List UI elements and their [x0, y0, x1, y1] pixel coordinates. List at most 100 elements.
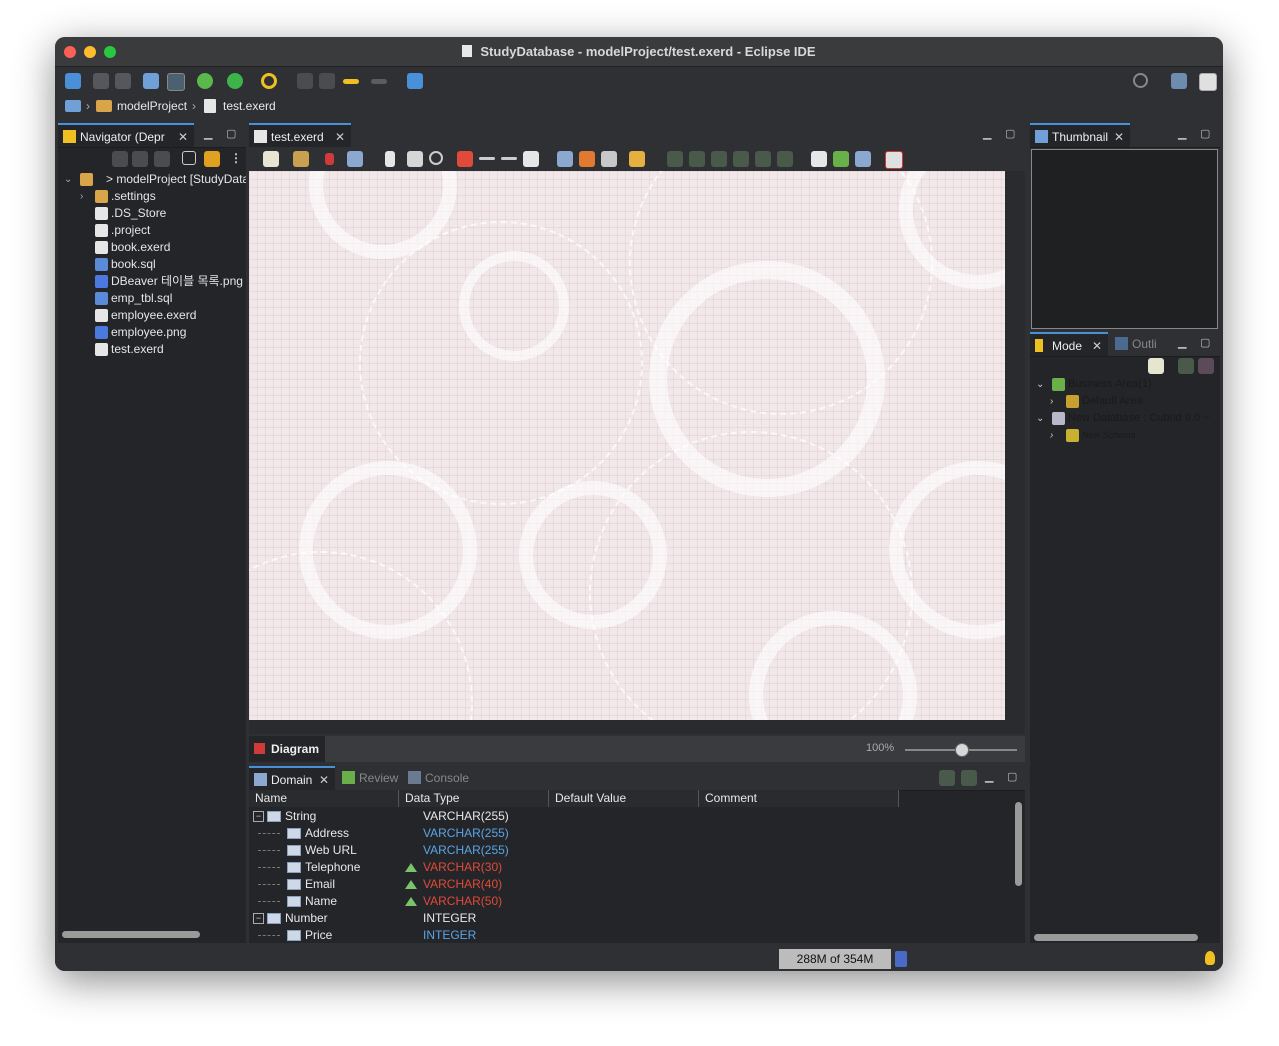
next-edit-icon[interactable] — [319, 73, 335, 89]
select-pointer-icon[interactable] — [385, 151, 395, 167]
chevron-right-icon[interactable]: › — [1050, 427, 1053, 444]
prev-edit-icon[interactable] — [297, 73, 313, 89]
forward-arrow-icon[interactable] — [371, 79, 387, 84]
chevron-down-icon[interactable]: ⌄ — [64, 171, 72, 188]
export-icon[interactable] — [579, 151, 595, 167]
terminal-icon[interactable] — [143, 73, 159, 89]
copy-icon[interactable] — [347, 151, 363, 167]
close-icon[interactable]: ✕ — [319, 768, 329, 792]
link-editor-icon[interactable] — [204, 151, 220, 167]
tab-review[interactable]: Review — [337, 766, 401, 790]
projects-icon[interactable] — [65, 100, 81, 112]
table-row[interactable]: Price INTEGER — [249, 927, 1009, 943]
up-icon[interactable] — [154, 151, 170, 167]
close-icon[interactable]: ✕ — [1114, 125, 1124, 149]
navigator-item[interactable]: .DS_Store — [58, 205, 166, 222]
debug-icon[interactable] — [197, 73, 213, 89]
collapse-toggle-icon[interactable]: − — [253, 811, 264, 822]
search-icon[interactable] — [261, 73, 277, 89]
table-icon[interactable] — [457, 151, 473, 167]
memory-indicator[interactable]: 288M of 354M — [779, 949, 891, 969]
column-header-name[interactable]: Name — [249, 790, 399, 807]
navigator-item[interactable]: employee.exerd — [58, 307, 196, 324]
exerd-perspective-icon[interactable] — [1199, 73, 1217, 91]
back-icon[interactable] — [112, 151, 128, 167]
collapse-toggle-icon[interactable]: − — [253, 913, 264, 924]
expand-icon[interactable] — [1178, 358, 1194, 374]
view-menu-icon[interactable]: ⋮ — [230, 151, 242, 165]
thumbnail-view[interactable] — [1031, 149, 1218, 329]
collapse-icon[interactable] — [1198, 358, 1214, 374]
maximize-icon[interactable]: ▢ — [1007, 770, 1017, 783]
layer-icon[interactable] — [263, 151, 279, 167]
save-icon[interactable] — [93, 73, 109, 89]
toggle-icon[interactable] — [167, 73, 185, 91]
global-search-icon[interactable] — [1133, 73, 1148, 88]
align-right-icon[interactable] — [711, 151, 727, 167]
align-top-icon[interactable] — [733, 151, 749, 167]
align-center-icon[interactable] — [689, 151, 705, 167]
image-insert-icon[interactable] — [293, 151, 309, 167]
canvas-vscroll-track[interactable] — [1005, 171, 1025, 720]
table-row[interactable]: Address VARCHAR(255) — [249, 825, 1009, 842]
layer-icon[interactable] — [1148, 358, 1164, 374]
chevron-down-icon[interactable]: ⌄ — [1036, 376, 1044, 393]
model-scrollbar[interactable] — [1034, 934, 1198, 941]
tree-root-project[interactable]: ⌄ > modelProject [StudyDatab — [58, 171, 246, 188]
navigator-item[interactable]: test.exerd — [58, 341, 164, 358]
navigator-item[interactable]: book.sql — [58, 256, 156, 273]
tab-diagram[interactable]: Diagram — [249, 736, 325, 762]
delete-icon[interactable] — [325, 153, 334, 165]
model-tree-item[interactable]: › New Schema — [1030, 427, 1136, 444]
maximize-icon[interactable]: ▢ — [1005, 127, 1015, 140]
navigator-item[interactable]: DBeaver 테이블 목록.png — [58, 273, 243, 290]
table-row[interactable]: − String VARCHAR(255) — [249, 808, 1009, 825]
validate-icon[interactable] — [833, 151, 849, 167]
tab-domain[interactable]: Domain ✕ — [249, 766, 335, 790]
navigator-item[interactable]: .project — [58, 222, 150, 239]
tab-model[interactable]: Mode ✕ — [1030, 332, 1108, 356]
tab-test-exerd[interactable]: test.exerd ✕ — [249, 123, 351, 147]
canvas-hscroll-track[interactable] — [249, 720, 1025, 734]
table-row[interactable]: − Number INTEGER — [249, 910, 1009, 927]
sort-asc-icon[interactable] — [939, 770, 955, 786]
minimize-icon[interactable]: ▁ — [983, 127, 991, 140]
navigator-item[interactable]: › .settings — [58, 188, 156, 205]
close-icon[interactable]: ✕ — [335, 125, 345, 149]
tab-outline[interactable]: Outli — [1110, 332, 1164, 356]
navigator-item[interactable]: emp_tbl.sql — [58, 290, 172, 307]
align-left-icon[interactable] — [667, 151, 683, 167]
model-tree-item[interactable]: › Default Area — [1030, 393, 1143, 410]
table-row[interactable]: Name VARCHAR(50) — [249, 893, 1009, 910]
navigator-scrollbar[interactable] — [62, 931, 200, 938]
open-perspective-icon[interactable] — [1171, 73, 1187, 89]
domain-scrollbar[interactable] — [1015, 802, 1022, 886]
table-row[interactable]: Web URL VARCHAR(255) — [249, 842, 1009, 859]
chevron-right-icon[interactable]: › — [1050, 393, 1053, 410]
tools-icon[interactable] — [629, 151, 645, 167]
relation-icon[interactable] — [479, 157, 495, 160]
navigator-item[interactable]: employee.png — [58, 324, 186, 341]
sort-desc-icon[interactable] — [961, 770, 977, 786]
minimize-icon[interactable]: ▁ — [1178, 336, 1186, 349]
column-header-default-value[interactable]: Default Value — [549, 790, 699, 807]
minimize-icon[interactable]: ▁ — [985, 770, 993, 783]
run-icon[interactable] — [227, 73, 243, 89]
garbage-collect-icon[interactable] — [895, 951, 907, 967]
close-icon[interactable]: ✕ — [178, 125, 188, 149]
image-export-icon[interactable] — [601, 151, 617, 167]
minimize-icon[interactable]: ▁ — [204, 127, 212, 140]
zoom-icon[interactable] — [429, 151, 443, 165]
model-tree-item[interactable]: ⌄ Business Area(1) — [1030, 376, 1152, 393]
chevron-down-icon[interactable]: ⌄ — [1036, 410, 1044, 427]
lightbulb-icon[interactable] — [1205, 951, 1215, 965]
maximize-icon[interactable]: ▢ — [226, 127, 236, 140]
breadcrumb-project[interactable]: modelProject — [117, 99, 187, 113]
collapse-all-icon[interactable] — [182, 151, 196, 165]
close-icon[interactable]: ✕ — [1092, 334, 1102, 358]
model-tree-item[interactable]: ⌄ New Database : Cubrid 9.0 ~ — [1030, 410, 1210, 427]
pin-icon[interactable] — [407, 73, 423, 89]
maximize-icon[interactable]: ▢ — [1200, 336, 1210, 349]
column-header-data-type[interactable]: Data Type — [399, 790, 549, 807]
table-row[interactable]: Email VARCHAR(40) — [249, 876, 1009, 893]
